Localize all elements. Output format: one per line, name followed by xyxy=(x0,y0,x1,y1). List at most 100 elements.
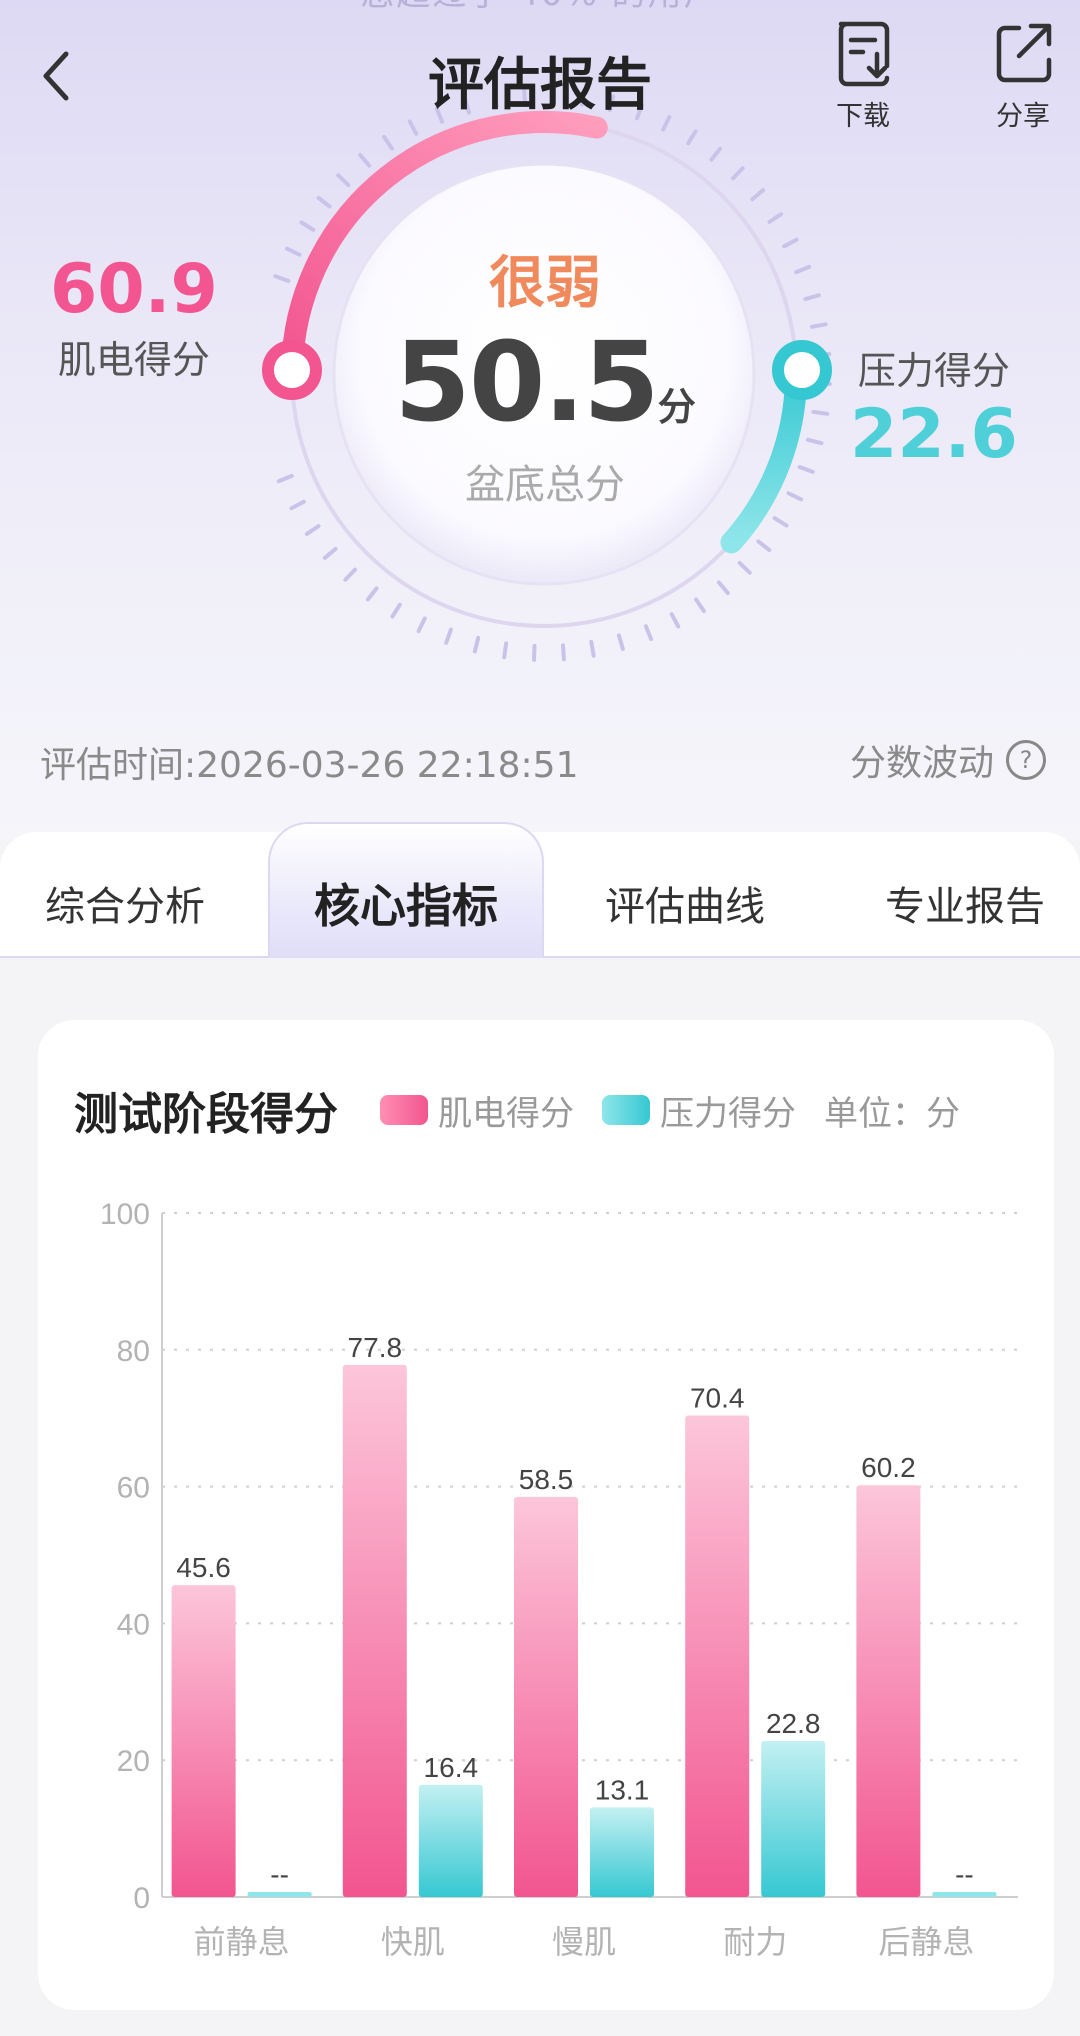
gauge-tick xyxy=(730,166,745,181)
x-category-label: 耐力 xyxy=(723,1923,787,1961)
gauge-tick xyxy=(686,129,698,146)
gauge-tick xyxy=(289,499,306,511)
y-tick-label: 100 xyxy=(100,1198,150,1231)
card-header: 测试阶段得分 肌电得分 压力得分 单位：分 xyxy=(74,1080,1024,1140)
share-button[interactable]: 分享 xyxy=(968,18,1078,133)
gauge-tick xyxy=(472,635,481,654)
gauge-tick xyxy=(358,152,372,168)
gauge-tick xyxy=(794,264,812,275)
bar-value-label: 77.8 xyxy=(348,1332,403,1363)
bar-value-label: 58.5 xyxy=(519,1464,574,1495)
bar-emg xyxy=(342,1364,407,1897)
bar-pressure xyxy=(761,1741,826,1897)
gauge-tick xyxy=(767,212,784,224)
gauge-tick xyxy=(772,516,789,528)
gauge-tick xyxy=(616,633,625,651)
legend-pressure-label: 压力得分 xyxy=(660,1093,796,1134)
total-score-unit: 分 xyxy=(657,385,696,429)
bar-pressure-empty xyxy=(932,1892,997,1897)
gauge-tick xyxy=(716,580,730,596)
stage-score-chart: 0 20 40 60 80 100 45.6 -- 前静息 77.8 16.4 快肌 58.5 13.1 慢… xyxy=(100,1198,1018,1961)
gauge-tick xyxy=(756,539,772,553)
score-hero: 您超过了 40% 的用户 评估报告 xyxy=(0,0,1080,840)
gauge-tick xyxy=(382,134,394,151)
report-tabs: 综合分析 核心指标 评估曲线 专业报告 xyxy=(0,822,1080,958)
tab-overall-analysis[interactable]: 综合分析 xyxy=(0,874,250,932)
y-tick-label: 40 xyxy=(117,1608,150,1641)
x-category-label: 慢肌 xyxy=(552,1923,616,1961)
gauge-tick xyxy=(502,641,509,660)
bar-emg xyxy=(171,1585,236,1897)
gauge-tick xyxy=(750,188,766,202)
bar-value-label: 22.8 xyxy=(766,1708,821,1739)
gauge-tick xyxy=(589,639,596,658)
strength-level: 很弱 xyxy=(489,251,601,316)
emg-arc-end-knob xyxy=(262,340,322,400)
download-file-icon xyxy=(838,21,890,87)
legend-emg-swatch xyxy=(380,1095,428,1125)
emg-score-value: 60.9 xyxy=(50,250,218,329)
y-tick-label: 0 xyxy=(133,1882,150,1915)
gauge-tick xyxy=(316,195,332,209)
bar-value-label: -- xyxy=(270,1859,289,1890)
emg-score-label: 肌电得分 xyxy=(57,338,210,382)
pressure-score-block: 压力得分 22.6 xyxy=(850,340,1018,474)
gauge-tick xyxy=(416,616,427,634)
download-label: 下载 xyxy=(836,101,890,132)
bar-emg xyxy=(514,1496,578,1897)
share-label: 分享 xyxy=(996,101,1050,132)
gauge-tick xyxy=(694,597,706,614)
gauge-tick xyxy=(336,173,351,188)
tab-professional-report[interactable]: 专业报告 xyxy=(840,874,1080,932)
bar-pressure-empty xyxy=(247,1892,312,1897)
help-icon[interactable]: ? xyxy=(1006,740,1046,780)
bar-value-label: 70.4 xyxy=(690,1382,745,1413)
emg-score-block: 60.9 肌电得分 xyxy=(50,250,218,384)
gauge-tick xyxy=(284,246,302,257)
bar-emg xyxy=(856,1485,921,1897)
legend-pressure: 压力得分 xyxy=(602,1086,796,1135)
bar-value-label: 13.1 xyxy=(595,1774,650,1805)
gauge-tick xyxy=(709,146,723,162)
gauge-tick xyxy=(322,546,338,560)
gauge-tick xyxy=(304,524,321,536)
pressure-score-value: 22.6 xyxy=(850,395,1018,474)
total-score-label: 盆底总分 xyxy=(465,462,625,508)
y-tick-label: 60 xyxy=(117,1472,150,1505)
gauge-tick xyxy=(560,643,566,662)
gauge-tick xyxy=(782,237,799,249)
gauge-tick xyxy=(797,465,815,474)
bar-value-label: 45.6 xyxy=(176,1552,231,1583)
gauge-tick xyxy=(737,560,752,575)
chart-unit-label: 单位：分 xyxy=(824,1093,960,1134)
gauge-tick xyxy=(643,624,654,642)
card-title: 测试阶段得分 xyxy=(74,1089,338,1140)
bar-emg xyxy=(685,1415,750,1897)
gauge-tick xyxy=(299,220,316,232)
gauge-tick xyxy=(811,409,830,416)
gauge-tick xyxy=(390,602,402,619)
tab-core-metrics[interactable]: 核心指标 xyxy=(268,822,544,958)
gauge-tick xyxy=(444,627,453,645)
x-category-label: 后静息 xyxy=(878,1923,974,1961)
gauge-tick xyxy=(809,322,828,329)
gauge-tick xyxy=(273,274,291,283)
chart-legend: 肌电得分 压力得分 xyxy=(380,1086,824,1135)
bar-value-label: -- xyxy=(955,1859,974,1890)
gauge-tick xyxy=(805,437,824,446)
tab-evaluation-curve[interactable]: 评估曲线 xyxy=(560,874,810,932)
download-button[interactable]: 下载 xyxy=(808,18,918,133)
bar-pressure xyxy=(590,1807,654,1897)
legend-emg-label: 肌电得分 xyxy=(438,1093,574,1134)
x-category-label: 前静息 xyxy=(194,1923,290,1961)
page-title: 评估报告 xyxy=(428,53,652,118)
x-category-label: 快肌 xyxy=(381,1923,445,1961)
gauge-tick xyxy=(343,567,358,582)
total-score-value: 50.5 xyxy=(394,318,659,446)
bar-value-label: 60.2 xyxy=(861,1452,916,1483)
bar-value-label: 16.4 xyxy=(424,1752,479,1783)
pressure-arc-end-knob xyxy=(772,340,832,400)
legend-pressure-swatch xyxy=(602,1095,650,1125)
score-fluctuation-link[interactable]: 分数波动 ? xyxy=(850,734,1046,786)
stage-score-card: 0 20 40 60 80 100 45.6 -- 前静息 77.8 16.4 快肌 58.5 13.1 慢… xyxy=(38,1020,1054,2010)
